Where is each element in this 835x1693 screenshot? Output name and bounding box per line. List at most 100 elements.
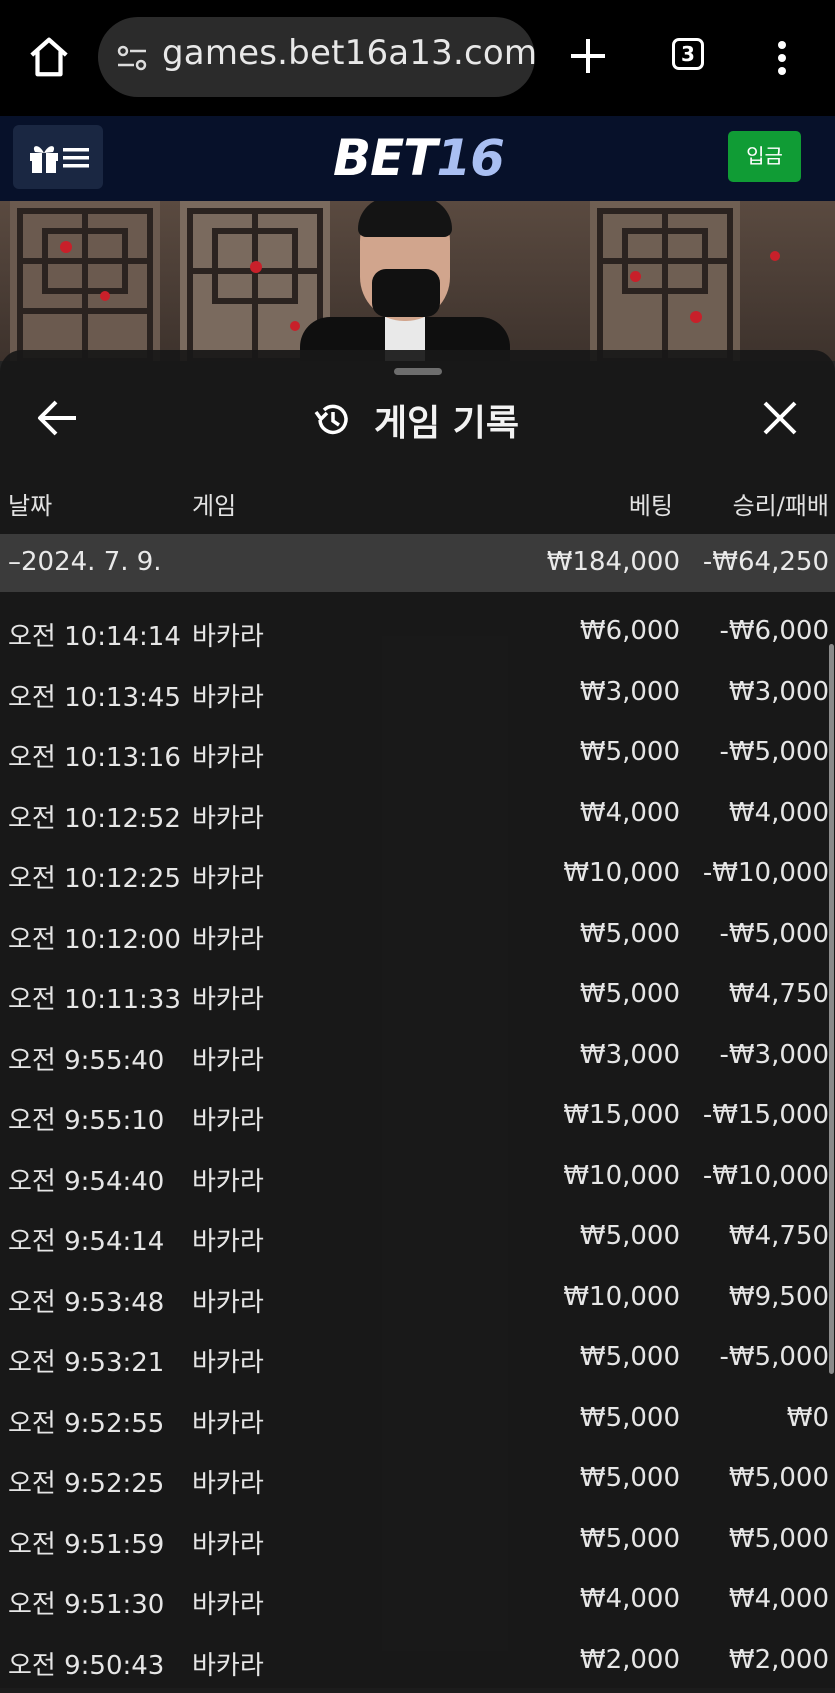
row-game: 바카라 <box>192 919 264 956</box>
home-icon[interactable] <box>26 34 72 80</box>
history-row[interactable]: 오전 9:54:40바카라₩10,000-₩10,000 <box>0 1149 835 1210</box>
row-game: 바카라 <box>192 677 264 714</box>
row-bet: ₩5,000 <box>580 1221 680 1251</box>
row-bet: ₩4,000 <box>580 1584 680 1614</box>
column-header-game[interactable]: 게임 <box>192 486 236 521</box>
history-row[interactable]: 오전 9:55:10바카라₩15,000-₩15,000 <box>0 1088 835 1149</box>
site-logo[interactable]: BET16 <box>333 130 504 186</box>
lattice-decoration <box>590 201 740 361</box>
row-game: 바카라 <box>192 737 264 774</box>
site-header: BET16 입금 <box>0 116 835 201</box>
row-game: 바카라 <box>192 1161 264 1198</box>
row-bet: ₩5,000 <box>580 919 680 949</box>
row-result: ₩2,000 <box>729 1645 829 1675</box>
blossom <box>290 321 300 331</box>
row-result: ₩0 <box>787 1403 829 1433</box>
row-bet: ₩5,000 <box>580 737 680 767</box>
row-game: 바카라 <box>192 1524 264 1561</box>
row-result: ₩4,750 <box>729 979 829 1009</box>
tab-switcher-button[interactable]: 3 <box>672 38 704 70</box>
row-time: 오전 10:12:00 <box>8 919 181 956</box>
more-vert-icon[interactable] <box>776 40 788 76</box>
drag-handle[interactable] <box>394 368 442 375</box>
scrollbar[interactable] <box>829 644 834 1374</box>
history-row[interactable]: 오전 9:53:21바카라₩5,000-₩5,000 <box>0 1330 835 1391</box>
blossom <box>100 291 110 301</box>
row-time: 오전 9:55:40 <box>8 1040 164 1077</box>
history-row[interactable]: 오전 9:52:55바카라₩5,000₩0 <box>0 1391 835 1452</box>
row-bet: ₩6,000 <box>580 616 680 646</box>
day-summary-row[interactable]: –2024. 7. 9. ₩184,000 -₩64,250 <box>0 534 835 592</box>
blossom <box>690 311 702 323</box>
blossom <box>250 261 262 273</box>
arrow-left-icon[interactable] <box>36 398 80 438</box>
row-time: 오전 10:12:25 <box>8 858 181 895</box>
row-bet: ₩2,000 <box>580 1645 680 1675</box>
history-row[interactable]: 오전 10:12:00 바카라 ₩5,000 -₩5,000 <box>0 907 835 968</box>
history-row[interactable]: 오전 9:53:48바카라₩10,000₩9,500 <box>0 1270 835 1331</box>
live-video <box>0 201 835 361</box>
row-time: 오전 9:54:14 <box>8 1221 164 1258</box>
row-time: 오전 10:13:16 <box>8 737 181 774</box>
row-time: 오전 10:14:14 <box>8 616 181 653</box>
close-icon[interactable] <box>760 398 800 438</box>
row-result: ₩3,000 <box>729 677 829 707</box>
row-game: 바카라 <box>192 1645 264 1682</box>
game-history-sheet: 게임 기록 날짜 게임 베팅 승리/패배 –2024. 7. 9. ₩184,0… <box>0 350 835 1688</box>
row-bet: ₩5,000 <box>580 1463 680 1493</box>
row-bet: ₩5,000 <box>580 979 680 1009</box>
history-icon <box>312 400 352 440</box>
history-row[interactable]: 오전 10:13:45 바카라 ₩3,000 ₩3,000 <box>0 665 835 726</box>
history-row[interactable]: 오전 10:12:25바카라₩10,000-₩10,000 <box>0 846 835 907</box>
blossom <box>60 241 72 253</box>
row-game: 바카라 <box>192 1040 264 1077</box>
row-bet: ₩4,000 <box>580 798 680 828</box>
history-row[interactable]: 오전 9:51:30바카라₩4,000₩4,000 <box>0 1572 835 1633</box>
row-time: 오전 10:13:45 <box>8 677 181 714</box>
row-time: 오전 9:50:43 <box>8 1645 164 1682</box>
history-row[interactable]: 오전 9:51:59바카라₩5,000₩5,000 <box>0 1512 835 1573</box>
column-header-bet[interactable]: 베팅 <box>629 486 673 521</box>
column-header-date[interactable]: 날짜 <box>8 486 52 521</box>
summary-date: –2024. 7. 9. <box>8 547 162 577</box>
address-bar[interactable]: games.bet16a13.com/l <box>98 17 535 97</box>
row-bet: ₩3,000 <box>580 677 680 707</box>
row-bet: ₩10,000 <box>563 858 680 888</box>
history-row[interactable]: 오전 9:52:25바카라₩5,000₩5,000 <box>0 1451 835 1512</box>
history-row[interactable]: 오전 9:54:14바카라₩5,000₩4,750 <box>0 1209 835 1270</box>
row-result: ₩4,000 <box>729 798 829 828</box>
dealer-hair <box>358 201 452 237</box>
row-time: 오전 9:51:59 <box>8 1524 164 1561</box>
row-bet: ₩5,000 <box>580 1342 680 1372</box>
deposit-button[interactable]: 입금 <box>728 131 801 182</box>
row-result: -₩15,000 <box>703 1100 829 1130</box>
row-game: 바카라 <box>192 1221 264 1258</box>
blossom <box>770 251 780 261</box>
row-time: 오전 9:55:10 <box>8 1100 164 1137</box>
row-game: 바카라 <box>192 616 264 653</box>
gift-menu-button[interactable] <box>13 125 103 189</box>
history-row[interactable]: 오전 10:14:14바카라₩6,000-₩6,000 <box>0 604 835 665</box>
site-settings-icon[interactable] <box>116 44 148 72</box>
row-game: 바카라 <box>192 1342 264 1379</box>
row-result: -₩5,000 <box>719 919 829 949</box>
row-result: -₩3,000 <box>719 1040 829 1070</box>
history-row[interactable]: 오전 9:55:40바카라₩3,000-₩3,000 <box>0 1028 835 1089</box>
column-header-result[interactable]: 승리/패배 <box>733 486 829 521</box>
history-row[interactable]: 오전 10:12:52바카라₩4,000₩4,000 <box>0 786 835 847</box>
row-game: 바카라 <box>192 1463 264 1500</box>
sheet-title: 게임 기록 <box>374 394 519 446</box>
dealer-mask <box>372 269 440 317</box>
row-time: 오전 9:53:21 <box>8 1342 164 1379</box>
summary-bet: ₩184,000 <box>547 547 680 577</box>
row-time: 오전 9:51:30 <box>8 1584 164 1621</box>
row-game: 바카라 <box>192 1100 264 1137</box>
new-tab-icon[interactable] <box>568 36 608 76</box>
history-row[interactable]: 오전 9:50:43 바카라 ₩2,000 ₩2,000 <box>0 1633 835 1693</box>
row-bet: ₩10,000 <box>563 1282 680 1312</box>
history-row[interactable]: 오전 10:13:16바카라₩5,000-₩5,000 <box>0 725 835 786</box>
row-time: 오전 9:54:40 <box>8 1161 164 1198</box>
menu-icon <box>63 147 89 169</box>
history-row[interactable]: 오전 10:11:33바카라₩5,000₩4,750 <box>0 967 835 1028</box>
url-text[interactable]: games.bet16a13.com/l <box>162 33 535 73</box>
